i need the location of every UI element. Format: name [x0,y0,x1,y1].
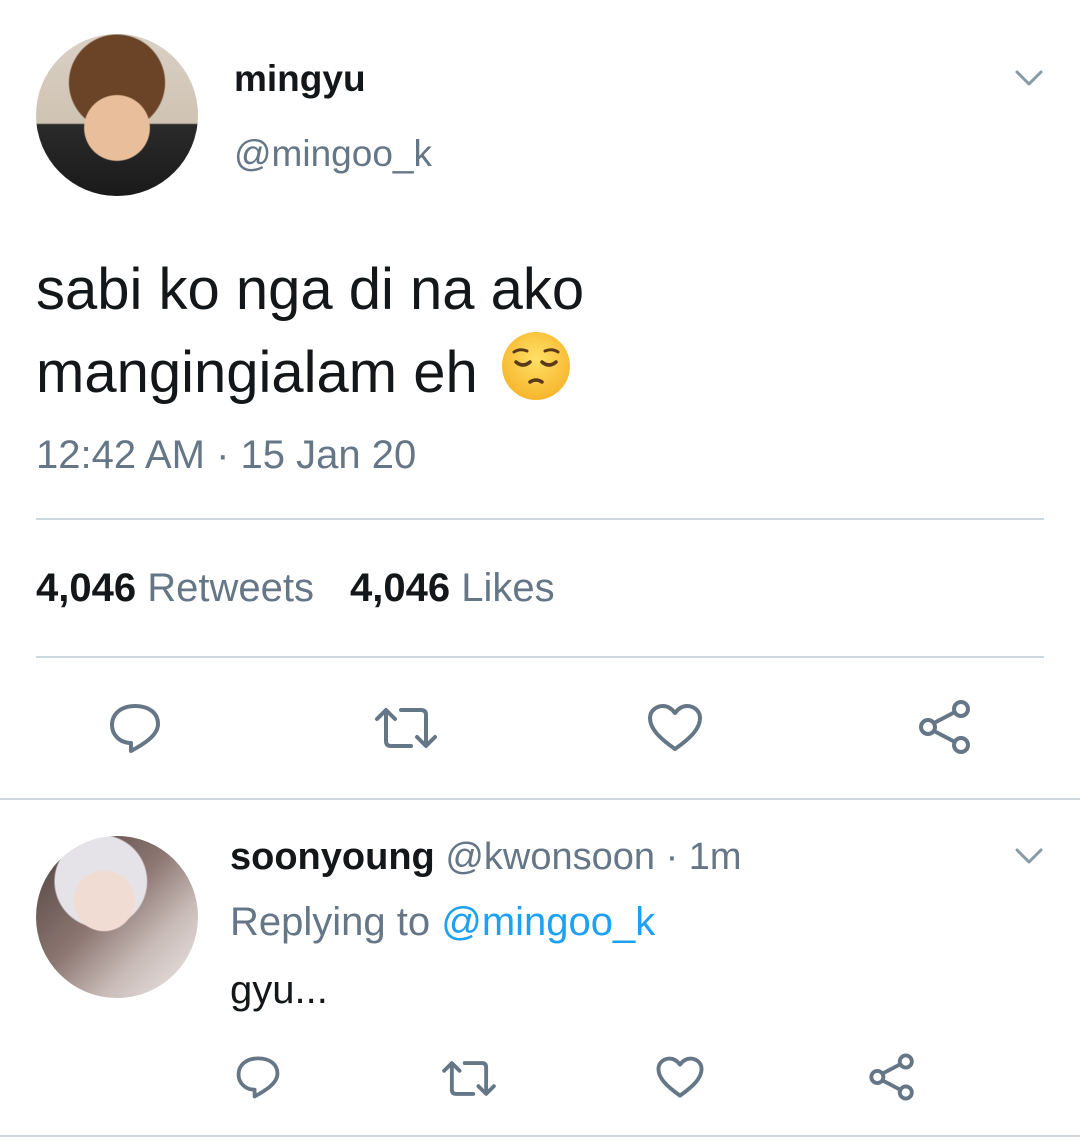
reply-author-avatar[interactable] [36,836,198,998]
share-button[interactable] [912,696,978,758]
reply-button[interactable] [100,698,170,758]
chevron-down-icon [1015,848,1043,864]
tweet-text-line: sabi ko nga di na ako [36,257,585,322]
heart-icon [648,704,702,751]
chevron-down-icon [1015,70,1043,86]
retweets-label: Retweets [147,566,314,610]
like-button[interactable] [642,698,708,758]
tweet-menu-button[interactable] [1014,68,1044,88]
replying-to: Replying to @mingoo_k [230,900,655,945]
reply-share-button[interactable] [864,1050,920,1104]
reply-time[interactable]: 1m [689,836,742,878]
share-icon [869,1053,914,1101]
pensive-face-emoji-icon [500,330,572,402]
reply-like-button[interactable] [652,1052,708,1102]
reply-separator: · [655,836,689,878]
divider [0,1135,1080,1137]
divider [36,656,1044,658]
reply-reply-button[interactable] [230,1052,286,1102]
tweet-text: sabi ko nga di na ako mangingialam eh [36,250,1036,413]
reply-retweet-button[interactable] [436,1054,502,1102]
replying-mention-link[interactable]: @mingoo_k [441,900,655,944]
retweet-icon [375,708,437,748]
tweet-stats: 4,046 Retweets 4,046 Likes [36,566,555,611]
reply-text: gyu... [230,968,328,1012]
heart-icon [656,1056,704,1098]
author-name[interactable]: mingyu [234,58,366,100]
likes-stat[interactable]: 4,046 Likes [350,566,555,610]
author-avatar[interactable] [36,34,198,196]
tweet-text-line: mangingialam eh [36,340,478,405]
divider [36,518,1044,520]
reply-menu-button[interactable] [1014,846,1044,866]
divider [0,798,1080,800]
retweet-icon [442,1060,496,1096]
retweets-stat[interactable]: 4,046 Retweets [36,566,314,610]
reply-author-name[interactable]: soonyoung [230,836,435,878]
reply-header: soonyoung @kwonsoon · 1m [230,836,742,879]
likes-label: Likes [461,566,555,610]
retweet-button[interactable] [368,700,444,756]
tweet-timestamp[interactable]: 12:42 AM · 15 Jan 20 [36,433,416,478]
replying-label: Replying to [230,900,442,944]
reply-author-handle[interactable]: @kwonsoon [445,836,655,878]
reply-icon [110,704,160,753]
share-icon [919,700,970,754]
reply-icon [236,1056,280,1099]
retweets-count: 4,046 [36,566,137,610]
author-handle[interactable]: @mingoo_k [234,133,432,175]
likes-count: 4,046 [349,566,451,610]
